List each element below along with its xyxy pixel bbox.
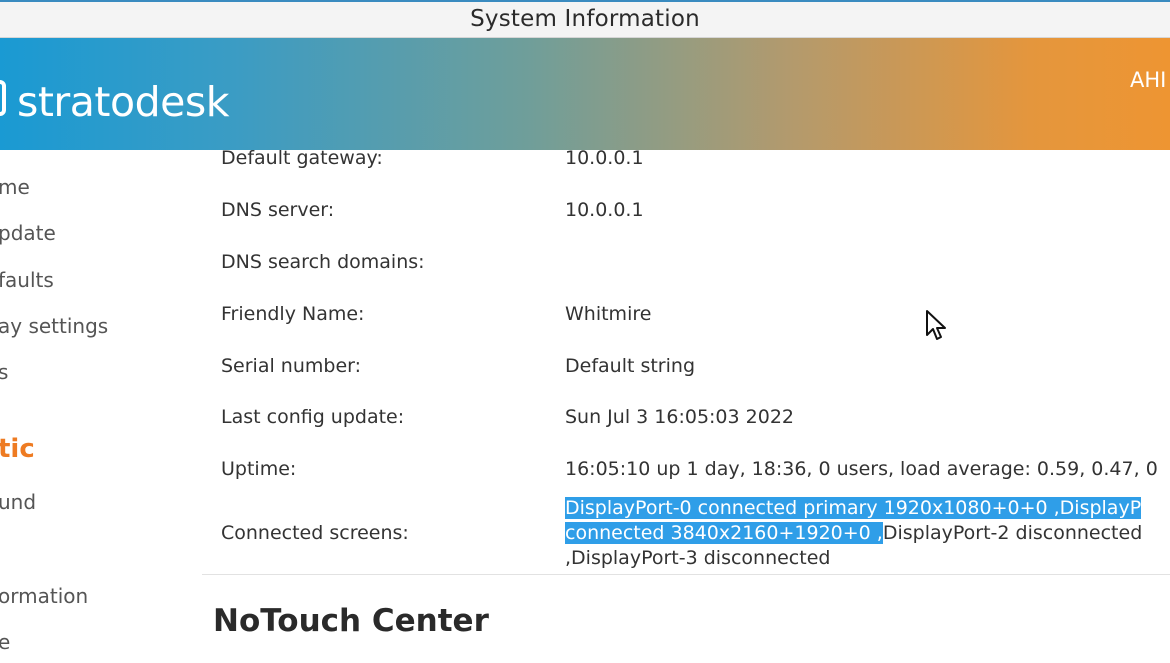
screens-line-1: DisplayPort-0 connected primary 1920x108…: [565, 496, 1170, 521]
sidebar-item-e[interactable]: e: [0, 630, 10, 654]
sidebar-item-display-settings[interactable]: ay settings: [0, 314, 108, 338]
uptime-value: 16:05:10 up 1 day, 18:36, 0 users, load …: [565, 458, 1158, 480]
screens-line-2-rest: DisplayPort-2 disconnected: [882, 522, 1143, 544]
sidebar-item-defaults[interactable]: faults: [0, 268, 54, 292]
connected-screens-label: Connected screens:: [221, 522, 409, 544]
window-titlebar: System Information: [0, 0, 1170, 38]
header-banner: stratodesk AHI: [0, 38, 1170, 150]
mouse-pointer-icon: [926, 310, 946, 340]
notouch-center-heading: NoTouch Center: [213, 603, 489, 639]
sidebar-section-heading: tic: [0, 434, 35, 464]
last-config-update-label: Last config update:: [221, 406, 405, 428]
sidebar-item-system-information[interactable]: ormation: [0, 584, 88, 608]
default-gateway-label: Default gateway:: [221, 150, 383, 169]
sidebar-item-s[interactable]: s: [0, 360, 8, 384]
dns-server-label: DNS server:: [221, 199, 335, 221]
last-config-update-value: Sun Jul 3 16:05:03 2022: [565, 406, 795, 428]
sidebar-nav: me pdate faults ay settings s tic und or…: [0, 150, 195, 663]
friendly-name-value: Whitmire: [565, 303, 652, 325]
sidebar-item-update[interactable]: pdate: [0, 221, 56, 245]
sidebar-item-name[interactable]: me: [0, 175, 30, 199]
stratodesk-logo-icon: [0, 80, 6, 116]
dns-server-value: 10.0.0.1: [565, 199, 644, 221]
uptime-label: Uptime:: [221, 458, 297, 480]
screens-line-2: connected 3840x2160+1920+0 ,DisplayPort-…: [565, 521, 1170, 546]
brand-logo-text: stratodesk: [17, 78, 229, 126]
screens-line-2-selected: connected 3840x2160+1920+0 ,: [565, 522, 883, 544]
screens-line-1-selected: DisplayPort-0 connected primary 1920x108…: [565, 497, 1142, 519]
sidebar-item-background[interactable]: und: [0, 490, 36, 514]
serial-number-label: Serial number:: [221, 355, 362, 377]
system-info-panel: Default gateway: 10.0.0.1 DNS server: 10…: [202, 150, 1170, 663]
section-divider: [202, 574, 1170, 575]
window-title: System Information: [470, 6, 700, 32]
default-gateway-value: 10.0.0.1: [565, 150, 644, 169]
serial-number-value: Default string: [565, 355, 696, 377]
dns-search-domains-label: DNS search domains:: [221, 251, 425, 273]
screens-line-3: ,DisplayPort-3 disconnected: [565, 547, 831, 569]
header-user-label[interactable]: AHI: [1130, 68, 1166, 92]
friendly-name-label: Friendly Name:: [221, 303, 365, 325]
connected-screens-value: DisplayPort-0 connected primary 1920x108…: [565, 496, 1170, 571]
